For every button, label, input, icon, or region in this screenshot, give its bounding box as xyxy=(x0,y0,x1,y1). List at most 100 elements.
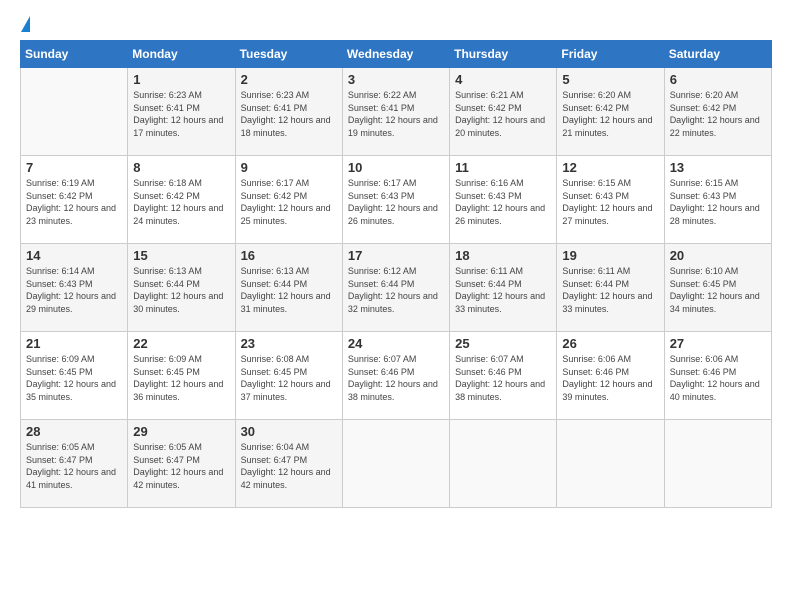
logo-triangle-icon xyxy=(21,16,30,32)
calendar-header-tuesday: Tuesday xyxy=(235,41,342,68)
day-info: Sunrise: 6:12 AMSunset: 6:44 PMDaylight:… xyxy=(348,265,444,315)
calendar-cell: 27 Sunrise: 6:06 AMSunset: 6:46 PMDayligh… xyxy=(664,332,771,420)
calendar-cell: 16 Sunrise: 6:13 AMSunset: 6:44 PMDayligh… xyxy=(235,244,342,332)
day-number: 12 xyxy=(562,160,658,175)
calendar-cell: 6Sunrise: 6:20 AMSunset: 6:42 PMDaylight… xyxy=(664,68,771,156)
calendar-cell: 15 Sunrise: 6:13 AMSunset: 6:44 PMDayligh… xyxy=(128,244,235,332)
calendar-cell: 14 Sunrise: 6:14 AMSunset: 6:43 PMDayligh… xyxy=(21,244,128,332)
day-number: 24 xyxy=(348,336,444,351)
day-info: Sunrise: 6:21 AMSunset: 6:42 PMDaylight:… xyxy=(455,89,551,139)
calendar-cell: 4 Sunrise: 6:21 AMSunset: 6:42 PMDaylight… xyxy=(450,68,557,156)
calendar-cell: 13Sunrise: 6:15 AMSunset: 6:43 PMDayligh… xyxy=(664,156,771,244)
calendar-cell: 29 Sunrise: 6:05 AMSunset: 6:47 PMDayligh… xyxy=(128,420,235,508)
calendar-week-3: 14 Sunrise: 6:14 AMSunset: 6:43 PMDayligh… xyxy=(21,244,772,332)
day-info: Sunrise: 6:05 AMSunset: 6:47 PMDaylight:… xyxy=(26,441,122,491)
day-info: Sunrise: 6:14 AMSunset: 6:43 PMDaylight:… xyxy=(26,265,122,315)
calendar-cell: 3 Sunrise: 6:22 AMSunset: 6:41 PMDaylight… xyxy=(342,68,449,156)
day-number: 11 xyxy=(455,160,551,175)
calendar-header-saturday: Saturday xyxy=(664,41,771,68)
calendar-cell: 24 Sunrise: 6:07 AMSunset: 6:46 PMDayligh… xyxy=(342,332,449,420)
calendar-week-2: 7 Sunrise: 6:19 AMSunset: 6:42 PMDaylight… xyxy=(21,156,772,244)
day-info: Sunrise: 6:13 AMSunset: 6:44 PMDaylight:… xyxy=(241,265,337,315)
calendar-cell: 8Sunrise: 6:18 AMSunset: 6:42 PMDaylight… xyxy=(128,156,235,244)
day-info: Sunrise: 6:16 AMSunset: 6:43 PMDaylight:… xyxy=(455,177,551,227)
day-info: Sunrise: 6:06 AMSunset: 6:46 PMDaylight:… xyxy=(670,353,766,403)
day-number: 16 xyxy=(241,248,337,263)
day-number: 29 xyxy=(133,424,229,439)
day-info: Sunrise: 6:19 AMSunset: 6:42 PMDaylight:… xyxy=(26,177,122,227)
day-number: 25 xyxy=(455,336,551,351)
calendar-cell: 19 Sunrise: 6:11 AMSunset: 6:44 PMDayligh… xyxy=(557,244,664,332)
calendar-cell: 17 Sunrise: 6:12 AMSunset: 6:44 PMDayligh… xyxy=(342,244,449,332)
day-info: Sunrise: 6:23 AMSunset: 6:41 PMDaylight:… xyxy=(241,89,337,139)
day-number: 15 xyxy=(133,248,229,263)
day-number: 21 xyxy=(26,336,122,351)
calendar-cell: 5Sunrise: 6:20 AMSunset: 6:42 PMDaylight… xyxy=(557,68,664,156)
calendar-cell: 26 Sunrise: 6:06 AMSunset: 6:46 PMDayligh… xyxy=(557,332,664,420)
calendar-cell: 21 Sunrise: 6:09 AMSunset: 6:45 PMDayligh… xyxy=(21,332,128,420)
day-number: 17 xyxy=(348,248,444,263)
day-info: Sunrise: 6:13 AMSunset: 6:44 PMDaylight:… xyxy=(133,265,229,315)
day-info: Sunrise: 6:06 AMSunset: 6:46 PMDaylight:… xyxy=(562,353,658,403)
calendar-cell: 7 Sunrise: 6:19 AMSunset: 6:42 PMDaylight… xyxy=(21,156,128,244)
day-info: Sunrise: 6:18 AMSunset: 6:42 PMDaylight:… xyxy=(133,177,229,227)
day-number: 30 xyxy=(241,424,337,439)
calendar-header-sunday: Sunday xyxy=(21,41,128,68)
calendar-cell xyxy=(557,420,664,508)
calendar-cell xyxy=(450,420,557,508)
day-info: Sunrise: 6:08 AMSunset: 6:45 PMDaylight:… xyxy=(241,353,337,403)
day-info: Sunrise: 6:10 AMSunset: 6:45 PMDaylight:… xyxy=(670,265,766,315)
day-info: Sunrise: 6:11 AMSunset: 6:44 PMDaylight:… xyxy=(455,265,551,315)
calendar-cell: 12 Sunrise: 6:15 AMSunset: 6:43 PMDayligh… xyxy=(557,156,664,244)
calendar-cell: 20 Sunrise: 6:10 AMSunset: 6:45 PMDayligh… xyxy=(664,244,771,332)
day-number: 4 xyxy=(455,72,551,87)
calendar-cell xyxy=(21,68,128,156)
calendar-week-1: 1 Sunrise: 6:23 AMSunset: 6:41 PMDaylight… xyxy=(21,68,772,156)
day-number: 7 xyxy=(26,160,122,175)
day-number: 1 xyxy=(133,72,229,87)
calendar-cell: 28 Sunrise: 6:05 AMSunset: 6:47 PMDayligh… xyxy=(21,420,128,508)
header xyxy=(20,16,772,30)
day-info: Sunrise: 6:23 AMSunset: 6:41 PMDaylight:… xyxy=(133,89,229,139)
day-number: 26 xyxy=(562,336,658,351)
calendar-cell: 23 Sunrise: 6:08 AMSunset: 6:45 PMDayligh… xyxy=(235,332,342,420)
calendar-cell: 10 Sunrise: 6:17 AMSunset: 6:43 PMDayligh… xyxy=(342,156,449,244)
day-info: Sunrise: 6:07 AMSunset: 6:46 PMDaylight:… xyxy=(455,353,551,403)
day-info: Sunrise: 6:09 AMSunset: 6:45 PMDaylight:… xyxy=(133,353,229,403)
day-info: Sunrise: 6:17 AMSunset: 6:42 PMDaylight:… xyxy=(241,177,337,227)
calendar-cell: 1 Sunrise: 6:23 AMSunset: 6:41 PMDaylight… xyxy=(128,68,235,156)
calendar-cell: 22 Sunrise: 6:09 AMSunset: 6:45 PMDayligh… xyxy=(128,332,235,420)
day-number: 23 xyxy=(241,336,337,351)
day-info: Sunrise: 6:07 AMSunset: 6:46 PMDaylight:… xyxy=(348,353,444,403)
day-number: 10 xyxy=(348,160,444,175)
day-number: 27 xyxy=(670,336,766,351)
day-number: 20 xyxy=(670,248,766,263)
calendar-cell: 25 Sunrise: 6:07 AMSunset: 6:46 PMDayligh… xyxy=(450,332,557,420)
day-info: Sunrise: 6:15 AMSunset: 6:43 PMDaylight:… xyxy=(562,177,658,227)
day-info: Sunrise: 6:11 AMSunset: 6:44 PMDaylight:… xyxy=(562,265,658,315)
day-number: 9 xyxy=(241,160,337,175)
day-number: 18 xyxy=(455,248,551,263)
calendar-header-thursday: Thursday xyxy=(450,41,557,68)
page: SundayMondayTuesdayWednesdayThursdayFrid… xyxy=(0,0,792,612)
day-info: Sunrise: 6:17 AMSunset: 6:43 PMDaylight:… xyxy=(348,177,444,227)
day-info: Sunrise: 6:15 AMSunset: 6:43 PMDaylight:… xyxy=(670,177,766,227)
calendar-cell: 30Sunrise: 6:04 AMSunset: 6:47 PMDayligh… xyxy=(235,420,342,508)
day-info: Sunrise: 6:22 AMSunset: 6:41 PMDaylight:… xyxy=(348,89,444,139)
day-number: 28 xyxy=(26,424,122,439)
day-info: Sunrise: 6:20 AMSunset: 6:42 PMDaylight:… xyxy=(670,89,766,139)
calendar-header-wednesday: Wednesday xyxy=(342,41,449,68)
day-number: 2 xyxy=(241,72,337,87)
day-info: Sunrise: 6:09 AMSunset: 6:45 PMDaylight:… xyxy=(26,353,122,403)
calendar-table: SundayMondayTuesdayWednesdayThursdayFrid… xyxy=(20,40,772,508)
day-number: 14 xyxy=(26,248,122,263)
day-info: Sunrise: 6:05 AMSunset: 6:47 PMDaylight:… xyxy=(133,441,229,491)
calendar-cell xyxy=(664,420,771,508)
day-number: 22 xyxy=(133,336,229,351)
calendar-cell: 2 Sunrise: 6:23 AMSunset: 6:41 PMDaylight… xyxy=(235,68,342,156)
day-number: 3 xyxy=(348,72,444,87)
calendar-week-5: 28 Sunrise: 6:05 AMSunset: 6:47 PMDayligh… xyxy=(21,420,772,508)
calendar-cell: 11 Sunrise: 6:16 AMSunset: 6:43 PMDayligh… xyxy=(450,156,557,244)
calendar-cell: 9 Sunrise: 6:17 AMSunset: 6:42 PMDaylight… xyxy=(235,156,342,244)
day-number: 19 xyxy=(562,248,658,263)
